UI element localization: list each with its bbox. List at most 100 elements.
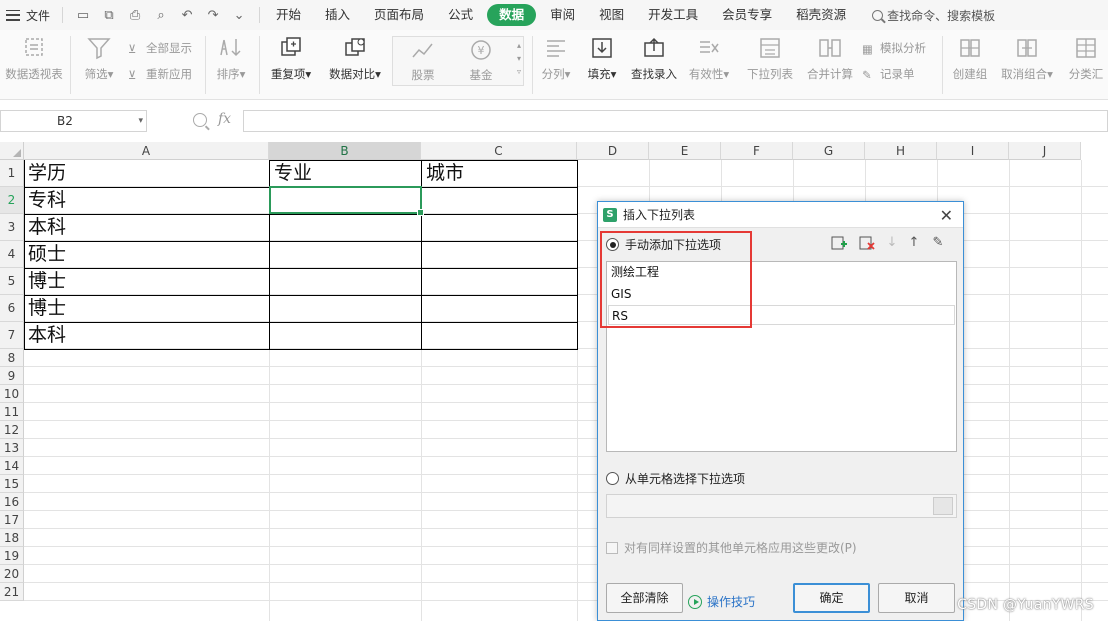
- delete-item-icon[interactable]: [859, 235, 875, 251]
- select-all-corner[interactable]: [0, 142, 24, 160]
- clear-all-button[interactable]: 全部清除: [606, 583, 683, 613]
- duplicates-button[interactable]: 重复项▾: [266, 36, 316, 82]
- split-column-button[interactable]: 分列▾: [536, 36, 576, 82]
- show-all-button[interactable]: ⊻ 全部显示: [128, 40, 192, 56]
- tab-view[interactable]: 视图: [587, 4, 636, 26]
- fund-button[interactable]: ¥ 基金: [463, 39, 499, 83]
- move-down-icon[interactable]: ↓: [884, 235, 900, 251]
- move-up-icon[interactable]: ↑: [906, 235, 922, 251]
- tab-home[interactable]: 开始: [264, 4, 313, 26]
- row-header-3[interactable]: 3: [0, 214, 24, 241]
- ok-button[interactable]: 确定: [793, 583, 870, 613]
- validity-button[interactable]: 有效性▾: [686, 36, 732, 82]
- sort-button[interactable]: 排序▾: [210, 36, 252, 82]
- cell-A1[interactable]: 学历: [24, 160, 66, 186]
- column-header-H[interactable]: H: [865, 142, 937, 160]
- tab-page-layout[interactable]: 页面布局: [362, 4, 436, 26]
- row-header-10[interactable]: 10: [0, 385, 24, 403]
- cell-C1[interactable]: 城市: [422, 160, 464, 186]
- row-header-6[interactable]: 6: [0, 295, 24, 322]
- close-icon[interactable]: ✕: [940, 206, 953, 225]
- row-header-13[interactable]: 13: [0, 439, 24, 457]
- row-header-2[interactable]: 2: [0, 187, 24, 214]
- row-header-8[interactable]: 8: [0, 349, 24, 367]
- chevron-down-icon[interactable]: ▾: [138, 111, 143, 131]
- stock-fund-gallery[interactable]: 股票 ¥ 基金 ▴ ▾ ▿: [392, 36, 524, 86]
- lookup-entry-button[interactable]: 查找录入: [628, 36, 680, 82]
- row-header-1[interactable]: 1: [0, 160, 24, 187]
- column-header-I[interactable]: I: [937, 142, 1009, 160]
- name-box[interactable]: B2 ▾: [0, 110, 147, 132]
- cell-A5[interactable]: 博士: [24, 268, 66, 294]
- print-preview-icon[interactable]: ⌕: [153, 8, 169, 23]
- row-header-7[interactable]: 7: [0, 322, 24, 349]
- create-group-button[interactable]: 创建组: [948, 36, 992, 82]
- stock-button[interactable]: 股票: [405, 39, 441, 83]
- column-header-B[interactable]: B: [269, 142, 421, 160]
- subtotal-button[interactable]: 分类汇: [1064, 36, 1108, 82]
- filter-button[interactable]: 筛选▾: [78, 36, 120, 82]
- column-header-F[interactable]: F: [721, 142, 793, 160]
- dialog-titlebar[interactable]: S 插入下拉列表 ✕: [598, 202, 963, 228]
- fill-button[interactable]: 填充▾: [582, 36, 622, 82]
- column-header-G[interactable]: G: [793, 142, 865, 160]
- row-header-17[interactable]: 17: [0, 511, 24, 529]
- tab-data[interactable]: 数据: [487, 4, 537, 26]
- add-item-icon[interactable]: [831, 235, 847, 251]
- row-header-12[interactable]: 12: [0, 421, 24, 439]
- column-header-J[interactable]: J: [1009, 142, 1081, 160]
- ungroup-button[interactable]: 取消组合▾: [998, 36, 1056, 82]
- tips-link[interactable]: 操作技巧: [688, 593, 755, 610]
- cell-A2[interactable]: 专科: [24, 187, 66, 213]
- tab-member[interactable]: 会员专享: [710, 4, 784, 26]
- gallery-scroll-icon[interactable]: ▴ ▾ ▿: [517, 39, 521, 78]
- pivot-table-button[interactable]: 数据透视表: [2, 36, 66, 82]
- function-icon[interactable]: fx: [218, 111, 231, 127]
- column-header-C[interactable]: C: [421, 142, 577, 160]
- row-header-14[interactable]: 14: [0, 457, 24, 475]
- row-header-5[interactable]: 5: [0, 268, 24, 295]
- row-header-16[interactable]: 16: [0, 493, 24, 511]
- tab-review[interactable]: 审阅: [538, 4, 587, 26]
- dropdown-list-button[interactable]: 下拉列表: [744, 36, 796, 82]
- from-cells-radio[interactable]: 从单元格选择下拉选项: [606, 470, 745, 487]
- compare-button[interactable]: 数据对比▾: [324, 36, 386, 82]
- customize-chevron-icon[interactable]: ⌄: [231, 8, 247, 23]
- row-header-20[interactable]: 20: [0, 565, 24, 583]
- what-if-analysis-button[interactable]: ▦ 模拟分析: [862, 40, 926, 56]
- active-cell-B2[interactable]: [269, 186, 424, 216]
- cell-B1[interactable]: 专业: [270, 160, 312, 186]
- row-header-18[interactable]: 18: [0, 529, 24, 547]
- consolidate-button[interactable]: 合并计算: [804, 36, 856, 82]
- row-header-11[interactable]: 11: [0, 403, 24, 421]
- row-header-15[interactable]: 15: [0, 475, 24, 493]
- cancel-button[interactable]: 取消: [878, 583, 955, 613]
- reapply-button[interactable]: ⊻ 重新应用: [128, 66, 192, 82]
- command-search[interactable]: 查找命令、搜索模板: [872, 7, 995, 24]
- row-header-9[interactable]: 9: [0, 367, 24, 385]
- record-form-button[interactable]: ✎ 记录单: [862, 66, 915, 82]
- save-icon[interactable]: ▭: [75, 8, 91, 23]
- tab-docer[interactable]: 稻壳资源: [784, 4, 858, 26]
- row-header-21[interactable]: 21: [0, 583, 24, 601]
- tab-formulas[interactable]: 公式: [436, 4, 485, 26]
- column-header-E[interactable]: E: [649, 142, 721, 160]
- cell-A3[interactable]: 本科: [24, 214, 66, 240]
- redo-icon[interactable]: ↷: [205, 8, 221, 23]
- row-header-4[interactable]: 4: [0, 241, 24, 268]
- tab-insert[interactable]: 插入: [313, 4, 362, 26]
- column-header-A[interactable]: A: [24, 142, 269, 160]
- cell-A7[interactable]: 本科: [24, 322, 66, 348]
- file-menu[interactable]: 文件: [0, 7, 58, 24]
- undo-icon[interactable]: ↶: [179, 8, 195, 23]
- cell-A4[interactable]: 硕士: [24, 241, 66, 267]
- column-header-D[interactable]: D: [577, 142, 649, 160]
- row-header-19[interactable]: 19: [0, 547, 24, 565]
- print-icon[interactable]: ⎙: [127, 8, 143, 23]
- cell-A6[interactable]: 博士: [24, 295, 66, 321]
- zoom-icon[interactable]: [193, 113, 207, 127]
- export-icon[interactable]: ⧉: [101, 8, 117, 23]
- tab-developer[interactable]: 开发工具: [636, 4, 710, 26]
- edit-pencil-icon[interactable]: ✎: [930, 235, 946, 251]
- formula-input[interactable]: [243, 110, 1108, 132]
